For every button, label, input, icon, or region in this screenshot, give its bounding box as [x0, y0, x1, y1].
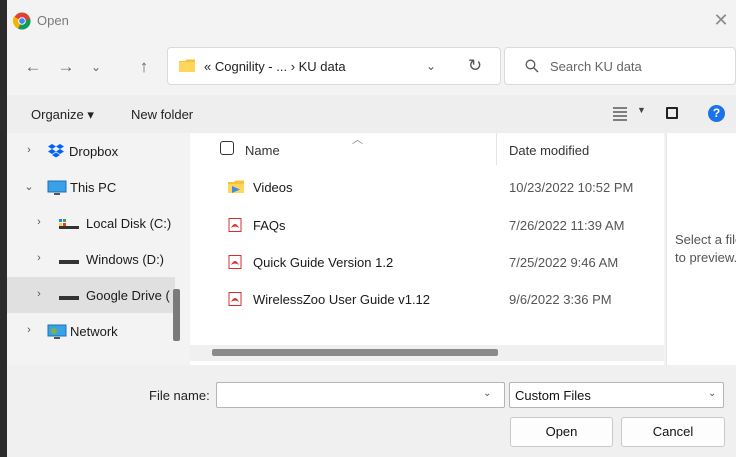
- file-date: 10/23/2022 10:52 PM: [509, 180, 634, 195]
- refresh-icon[interactable]: ↻: [465, 56, 485, 76]
- column-header-date-modified[interactable]: Date modified: [509, 143, 589, 158]
- file-name: Videos: [253, 180, 293, 195]
- file-date: 7/25/2022 9:46 AM: [509, 255, 619, 270]
- title-bar: Open ✕: [7, 0, 736, 42]
- preview-message: Select a file to preview.: [675, 231, 736, 267]
- nav-item-local-disk-c[interactable]: › Local Disk (C:): [7, 205, 175, 241]
- expand-chevron-icon[interactable]: ›: [33, 288, 45, 300]
- pc-icon: [47, 180, 67, 195]
- nav-item-label: Google Drive (: [86, 288, 170, 303]
- pdf-icon: [228, 218, 242, 232]
- nav-item-label: Network: [70, 324, 118, 339]
- nav-item-this-pc[interactable]: ⌄ This PC: [7, 169, 175, 205]
- nav-item-label: This PC: [70, 180, 117, 195]
- window-title: Open: [37, 13, 69, 28]
- file-row[interactable]: Videos 10/23/2022 10:52 PM: [190, 171, 664, 203]
- search-input[interactable]: Search KU data: [550, 59, 642, 74]
- help-icon[interactable]: ?: [708, 105, 725, 122]
- address-path[interactable]: « Cognility - ... › KU data: [204, 59, 346, 74]
- close-icon[interactable]: ✕: [712, 11, 730, 29]
- file-row[interactable]: Quick Guide Version 1.2 7/25/2022 9:46 A…: [190, 246, 664, 278]
- dialog-footer: File name: ⌄ Custom Files ⌄ Open Cancel: [7, 365, 736, 457]
- file-list: Name ︿ Date modified Videos 10/23/2022 1…: [190, 133, 664, 365]
- file-type-select[interactable]: Custom Files ⌄: [509, 382, 724, 408]
- nav-item-google-drive[interactable]: › Google Drive (: [7, 277, 175, 313]
- nav-item-windows-d[interactable]: › Windows (D:): [7, 241, 175, 277]
- dropbox-icon: [48, 144, 64, 158]
- nav-item-label: Local Disk (C:): [86, 216, 172, 231]
- expand-chevron-icon[interactable]: ›: [33, 216, 45, 228]
- nav-item-dropbox[interactable]: › Dropbox: [7, 133, 175, 169]
- recent-locations-icon[interactable]: ⌄: [84, 55, 108, 79]
- search-icon: [525, 59, 539, 73]
- view-dropdown-caret-icon[interactable]: ▼: [637, 105, 646, 115]
- file-name-input[interactable]: [216, 382, 505, 408]
- chevron-down-icon[interactable]: ⌄: [483, 388, 491, 399]
- chevron-down-icon[interactable]: ⌄: [422, 57, 440, 75]
- preview-message-line: to preview.: [675, 250, 736, 265]
- open-dialog: Open ✕ ← → ⌄ ↑ « Cognility - ... › KU da…: [7, 0, 736, 457]
- file-date: 7/26/2022 11:39 AM: [509, 218, 625, 233]
- chevron-down-icon[interactable]: ⌄: [708, 388, 716, 399]
- file-name: FAQs: [253, 218, 286, 233]
- drive-icon: [59, 219, 79, 229]
- pdf-icon: [228, 292, 242, 306]
- view-options-icon[interactable]: [612, 105, 628, 121]
- file-row[interactable]: WirelessZoo User Guide v1.12 9/6/2022 3:…: [190, 283, 664, 315]
- address-bar[interactable]: « Cognility - ... › KU data ⌄ ↻: [167, 47, 501, 85]
- nav-scrollbar-thumb[interactable]: [173, 289, 180, 341]
- nav-item-network[interactable]: › Network: [7, 313, 175, 349]
- network-icon: [47, 324, 67, 339]
- file-row[interactable]: FAQs 7/26/2022 11:39 AM: [190, 209, 664, 241]
- navigation-pane: › Dropbox ⌄ This PC › Local Disk (C:) › …: [7, 133, 185, 365]
- new-folder-button[interactable]: New folder: [131, 107, 193, 122]
- horizontal-scrollbar-thumb[interactable]: [212, 349, 498, 356]
- expand-chevron-icon[interactable]: ›: [33, 252, 45, 264]
- file-type-value: Custom Files: [515, 388, 591, 403]
- nav-item-label: Windows (D:): [86, 252, 165, 267]
- open-button[interactable]: Open: [510, 417, 613, 447]
- file-date: 9/6/2022 3:36 PM: [509, 292, 612, 307]
- collapse-chevron-icon[interactable]: ⌄: [23, 180, 35, 193]
- expand-chevron-icon[interactable]: ›: [23, 144, 35, 156]
- column-header-name[interactable]: Name: [245, 143, 280, 158]
- preview-pane: Select a file to preview.: [666, 133, 736, 365]
- search-box[interactable]: Search KU data: [504, 47, 736, 85]
- select-all-checkbox[interactable]: [220, 141, 234, 155]
- forward-icon[interactable]: →: [54, 55, 78, 79]
- pdf-icon: [228, 255, 242, 269]
- organize-button[interactable]: Organize ▾: [31, 107, 94, 123]
- expand-chevron-icon[interactable]: ›: [23, 324, 35, 336]
- preview-message-line: Select a file: [675, 232, 736, 247]
- nav-item-label: Dropbox: [69, 144, 119, 159]
- command-bar: Organize ▾ New folder ▼ ?: [7, 95, 736, 133]
- cancel-button[interactable]: Cancel: [621, 417, 725, 447]
- up-icon[interactable]: ↑: [132, 55, 156, 79]
- sort-ascending-icon: ︿: [352, 134, 363, 146]
- folder-icon: [179, 59, 195, 72]
- folder-icon: [228, 180, 244, 193]
- file-name: Quick Guide Version 1.2: [253, 255, 394, 270]
- back-icon[interactable]: ←: [21, 55, 45, 79]
- drive-icon: [59, 296, 79, 300]
- preview-pane-icon[interactable]: [666, 107, 678, 119]
- file-name-label: File name:: [149, 388, 210, 403]
- column-divider[interactable]: [496, 133, 497, 165]
- file-name: WirelessZoo User Guide v1.12: [253, 292, 431, 307]
- drive-icon: [59, 260, 79, 264]
- chrome-app-icon: [13, 12, 31, 30]
